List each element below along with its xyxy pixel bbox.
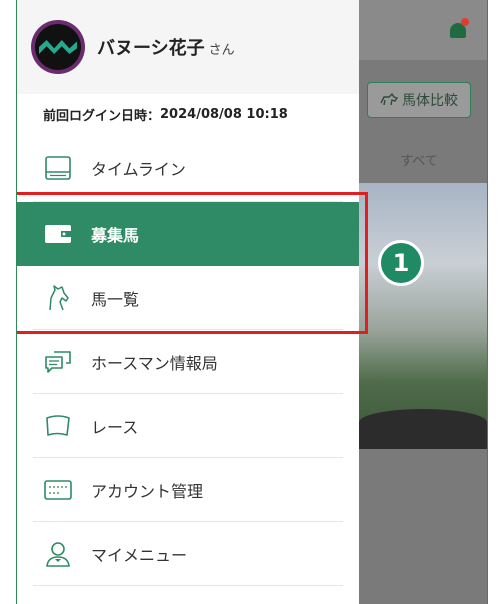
avatar[interactable]: [31, 20, 85, 74]
last-login-datetime: 2024/08/08 10:18: [160, 106, 288, 122]
horse-icon: [43, 283, 73, 313]
menu-item-label: 募集馬: [91, 226, 140, 245]
app-frame: 馬体比較 すべて 1 バヌーシ花子 さん 前回ログイン日時： 2024/08/08…: [16, 0, 488, 604]
menu-item-label: レース: [91, 417, 139, 437]
horse-compare-label: 馬体比較: [402, 93, 458, 109]
user-honorific: さん: [208, 43, 235, 58]
timeline-icon: [43, 153, 73, 183]
card-icon: [43, 475, 73, 505]
user-name-text: バヌーシ花子: [97, 38, 205, 59]
notification-bell-icon[interactable]: [447, 18, 469, 42]
last-login: 前回ログイン日時： 2024/08/08 10:18: [17, 94, 359, 134]
menu-item-horseman-info[interactable]: ホースマン情報局: [33, 330, 343, 394]
horse-compare-button[interactable]: 馬体比較: [367, 82, 471, 118]
logo-wave-icon: [39, 40, 77, 54]
menu-item-recruiting-horses[interactable]: 募集馬: [17, 202, 359, 266]
chat-icon: [43, 347, 73, 377]
user-name: バヌーシ花子 さん: [97, 34, 235, 60]
tab-all[interactable]: すべて: [367, 150, 471, 169]
menu-item-label: 馬一覧: [91, 289, 140, 309]
menu-item-label: ホースマン情報局: [91, 353, 218, 373]
profile-header[interactable]: バヌーシ花子 さん: [17, 0, 359, 94]
horse-compare-icon: [380, 93, 398, 106]
menu-item-label: マイメニュー: [91, 545, 188, 565]
menu-item-horse-list[interactable]: 馬一覧: [33, 266, 343, 330]
last-login-label: 前回ログイン日時：: [43, 108, 161, 124]
horse-photo: [359, 183, 487, 449]
menu-item-race[interactable]: レース: [33, 394, 343, 458]
navigation-drawer: バヌーシ花子 さん 前回ログイン日時： 2024/08/08 10:18 タイムラ…: [17, 0, 359, 604]
menu-item-account-management[interactable]: アカウント管理: [33, 458, 343, 522]
wallet-icon: [43, 219, 73, 249]
drawer-menu: タイムライン 募集馬 馬一覧 ホースマン情報局 レース アカウント管理 マイメニ…: [17, 134, 359, 586]
menu-item-label: タイムライン: [91, 159, 186, 179]
menu-item-label: アカウント管理: [91, 481, 204, 501]
track-shape: [359, 409, 487, 449]
user-icon: [43, 539, 73, 569]
step-number-badge: 1: [378, 240, 424, 286]
notification-dot: [461, 18, 469, 26]
menu-item-timeline[interactable]: タイムライン: [33, 134, 343, 202]
flag-icon: [43, 411, 73, 441]
menu-item-my-menu[interactable]: マイメニュー: [33, 522, 343, 586]
